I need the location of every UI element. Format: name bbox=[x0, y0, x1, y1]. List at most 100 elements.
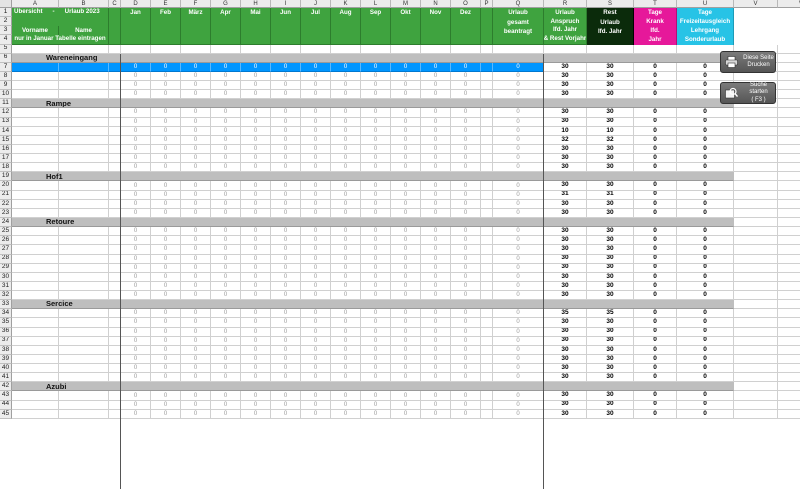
empty-cell[interactable] bbox=[778, 236, 800, 246]
month-cell[interactable]: 0 bbox=[331, 71, 361, 82]
row-header-24[interactable]: 24 bbox=[0, 217, 12, 228]
month-cell[interactable]: 0 bbox=[391, 391, 421, 401]
month-cell[interactable]: 0 bbox=[121, 163, 151, 173]
krank-cell[interactable]: 0 bbox=[634, 199, 677, 209]
empty-cell[interactable] bbox=[734, 409, 778, 419]
month-cell[interactable]: 0 bbox=[151, 245, 181, 255]
month-cell[interactable]: 0 bbox=[121, 117, 151, 127]
krank-cell[interactable]: 0 bbox=[634, 154, 677, 164]
vorname-cell[interactable] bbox=[12, 354, 59, 365]
month-cell[interactable]: 0 bbox=[121, 236, 151, 246]
month-cell[interactable]: 0 bbox=[331, 254, 361, 264]
month-cell[interactable]: 0 bbox=[421, 199, 451, 209]
name-cell[interactable] bbox=[59, 117, 109, 127]
row-header-21[interactable]: 21 bbox=[0, 190, 12, 200]
rest-urlaub-cell[interactable]: 30 bbox=[587, 409, 634, 419]
beantragt-cell[interactable]: 0 bbox=[493, 81, 544, 91]
beantragt-cell[interactable]: 0 bbox=[493, 227, 544, 237]
name-cell[interactable] bbox=[59, 190, 109, 200]
empty-cell[interactable] bbox=[734, 227, 778, 237]
month-cell[interactable]: 0 bbox=[211, 318, 241, 328]
empty-cell[interactable] bbox=[778, 218, 800, 228]
row-header-25[interactable]: 25 bbox=[0, 227, 12, 237]
rest-urlaub-cell[interactable]: 30 bbox=[587, 117, 634, 127]
month-cell[interactable]: 0 bbox=[241, 373, 271, 383]
month-cell[interactable]: 0 bbox=[451, 181, 481, 191]
beantragt-cell[interactable]: 0 bbox=[493, 281, 544, 292]
month-cell[interactable]: 0 bbox=[181, 181, 211, 191]
month-cell[interactable]: 0 bbox=[271, 236, 301, 246]
row-header-22[interactable]: 22 bbox=[0, 199, 12, 209]
month-cell[interactable]: 0 bbox=[421, 71, 451, 82]
krank-cell[interactable]: 0 bbox=[634, 71, 677, 82]
month-cell[interactable]: 0 bbox=[391, 154, 421, 164]
month-cell[interactable]: 0 bbox=[301, 409, 331, 419]
anspruch-cell[interactable]: 30 bbox=[544, 163, 587, 173]
month-cell[interactable]: 0 bbox=[181, 364, 211, 374]
empty-cell[interactable] bbox=[301, 44, 331, 54]
empty-cell[interactable] bbox=[778, 63, 800, 72]
empty-cell[interactable] bbox=[778, 355, 800, 365]
month-cell[interactable]: 0 bbox=[331, 336, 361, 346]
month-cell[interactable]: 0 bbox=[421, 263, 451, 273]
krank-cell[interactable]: 0 bbox=[634, 364, 677, 374]
month-cell[interactable]: 0 bbox=[361, 154, 391, 164]
rest-urlaub-cell[interactable]: 30 bbox=[587, 345, 634, 355]
month-cell[interactable]: 0 bbox=[211, 245, 241, 255]
month-cell[interactable]: 0 bbox=[361, 227, 391, 237]
anspruch-cell[interactable]: 30 bbox=[544, 336, 587, 346]
month-cell[interactable]: 0 bbox=[271, 62, 301, 72]
freizeit-cell[interactable]: 0 bbox=[677, 345, 734, 355]
month-cell[interactable]: 0 bbox=[301, 199, 331, 209]
beantragt-cell[interactable]: 0 bbox=[493, 199, 544, 209]
month-cell[interactable]: 0 bbox=[211, 281, 241, 292]
name-cell[interactable] bbox=[59, 272, 109, 282]
month-cell[interactable]: 0 bbox=[271, 245, 301, 255]
freizeit-cell[interactable]: 0 bbox=[677, 71, 734, 82]
row-header-36[interactable]: 36 bbox=[0, 327, 12, 337]
month-cell[interactable]: 0 bbox=[241, 71, 271, 82]
row-header-34[interactable]: 34 bbox=[0, 309, 12, 319]
empty-cell[interactable] bbox=[734, 291, 778, 301]
anspruch-cell[interactable]: 30 bbox=[544, 364, 587, 374]
empty-cell[interactable] bbox=[734, 172, 778, 182]
freizeit-cell[interactable]: 0 bbox=[677, 190, 734, 200]
month-cell[interactable]: 0 bbox=[331, 400, 361, 410]
month-cell[interactable]: 0 bbox=[151, 144, 181, 155]
empty-cell[interactable] bbox=[734, 236, 778, 246]
month-cell[interactable]: 0 bbox=[331, 108, 361, 118]
month-cell[interactable]: 0 bbox=[151, 154, 181, 164]
month-cell[interactable]: 0 bbox=[451, 409, 481, 419]
month-cell[interactable]: 0 bbox=[391, 327, 421, 337]
month-cell[interactable]: 0 bbox=[391, 208, 421, 218]
anspruch-cell[interactable]: 10 bbox=[544, 126, 587, 136]
krank-cell[interactable]: 0 bbox=[634, 254, 677, 264]
month-cell[interactable]: 0 bbox=[241, 236, 271, 246]
month-cell[interactable]: 0 bbox=[331, 199, 361, 209]
month-cell[interactable]: 0 bbox=[121, 126, 151, 136]
name-cell[interactable] bbox=[59, 336, 109, 346]
month-cell[interactable]: 0 bbox=[121, 199, 151, 209]
month-cell[interactable]: 0 bbox=[301, 336, 331, 346]
month-cell[interactable]: 0 bbox=[211, 62, 241, 72]
row-header-12[interactable]: 12 bbox=[0, 108, 12, 118]
vorname-cell[interactable] bbox=[12, 126, 59, 136]
anspruch-cell[interactable]: 30 bbox=[544, 318, 587, 328]
month-cell[interactable]: 0 bbox=[151, 227, 181, 237]
beantragt-cell[interactable]: 0 bbox=[493, 245, 544, 255]
month-cell[interactable]: 0 bbox=[301, 364, 331, 374]
freizeit-cell[interactable]: 0 bbox=[677, 318, 734, 328]
vorname-cell[interactable] bbox=[12, 208, 59, 218]
spacer-cell[interactable] bbox=[481, 254, 493, 264]
month-cell[interactable]: 0 bbox=[451, 245, 481, 255]
row-header-2[interactable]: 2 bbox=[0, 17, 12, 27]
anspruch-cell[interactable]: 30 bbox=[544, 236, 587, 246]
month-cell[interactable]: 0 bbox=[121, 154, 151, 164]
month-cell[interactable]: 0 bbox=[391, 354, 421, 365]
month-cell[interactable]: 0 bbox=[241, 272, 271, 282]
month-cell[interactable]: 0 bbox=[331, 62, 361, 72]
month-cell[interactable]: 0 bbox=[121, 272, 151, 282]
month-cell[interactable]: 0 bbox=[361, 90, 391, 100]
empty-cell[interactable] bbox=[734, 254, 778, 264]
spacer-cell[interactable] bbox=[481, 327, 493, 337]
